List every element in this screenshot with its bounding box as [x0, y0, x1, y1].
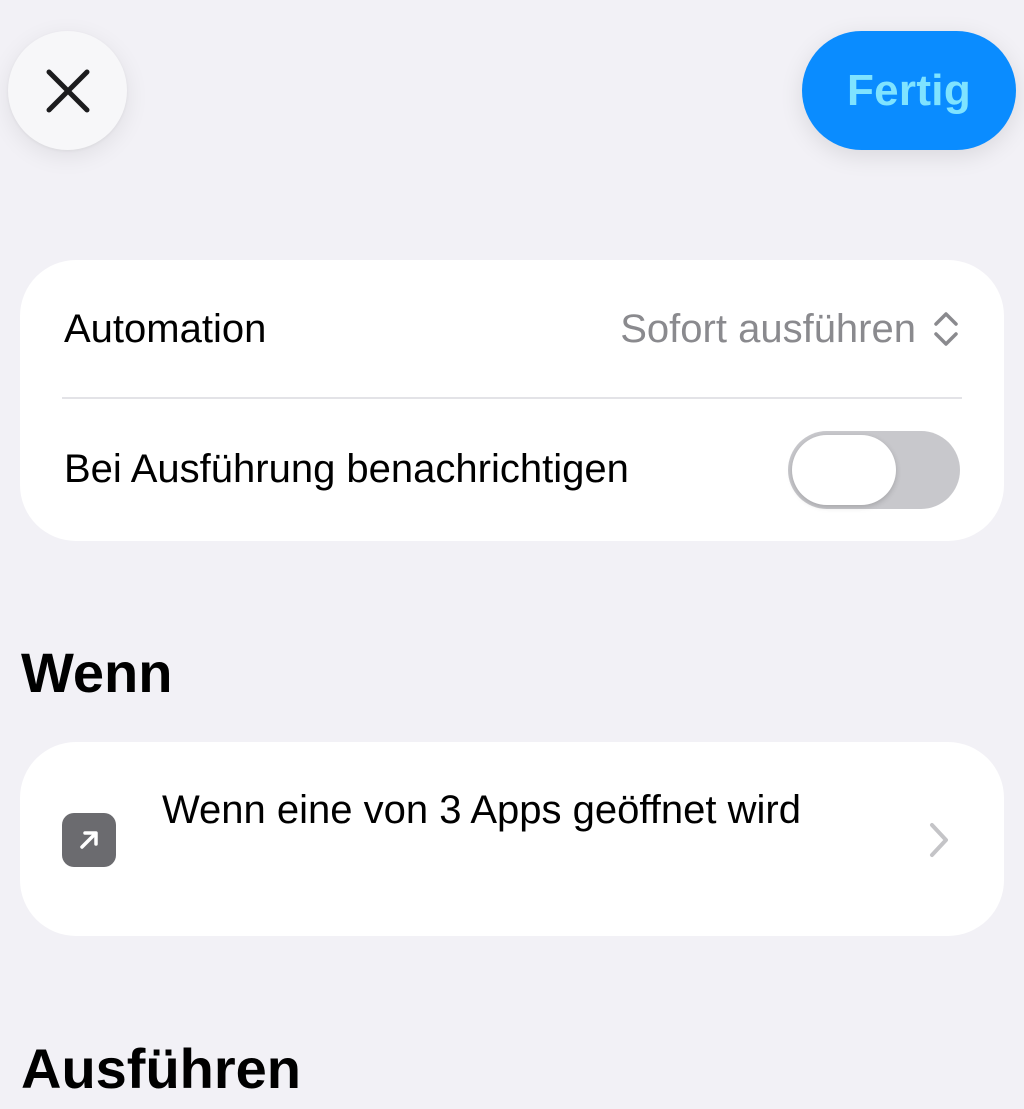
chevron-up-down-icon — [934, 312, 958, 346]
notify-row: Bei Ausführung benachrichtigen — [20, 398, 1004, 541]
done-button[interactable]: Fertig — [802, 31, 1016, 150]
automation-editor: Fertig Automation Sofort ausführen Bei A… — [0, 0, 1024, 1109]
automation-run-mode-value: Sofort ausführen — [620, 306, 916, 351]
close-button[interactable] — [8, 31, 127, 150]
automation-run-mode-picker[interactable]: Sofort ausführen — [620, 307, 960, 352]
trigger-label: Wenn eine von 3 Apps geöffnet wird — [162, 788, 801, 832]
automation-row[interactable]: Automation Sofort ausführen — [20, 260, 1004, 398]
app-open-arrow-icon — [62, 813, 116, 867]
automation-label: Automation — [64, 306, 267, 351]
section-title-run: Ausführen — [21, 1037, 301, 1100]
close-icon — [46, 69, 89, 112]
settings-card: Automation Sofort ausführen Bei Ausführu… — [20, 260, 1004, 541]
notify-label: Bei Ausführung benachrichtigen — [64, 447, 629, 491]
notify-toggle[interactable] — [788, 430, 960, 509]
toggle-knob — [792, 434, 896, 505]
section-title-when: Wenn — [21, 641, 173, 704]
chevron-right-icon — [930, 823, 948, 857]
